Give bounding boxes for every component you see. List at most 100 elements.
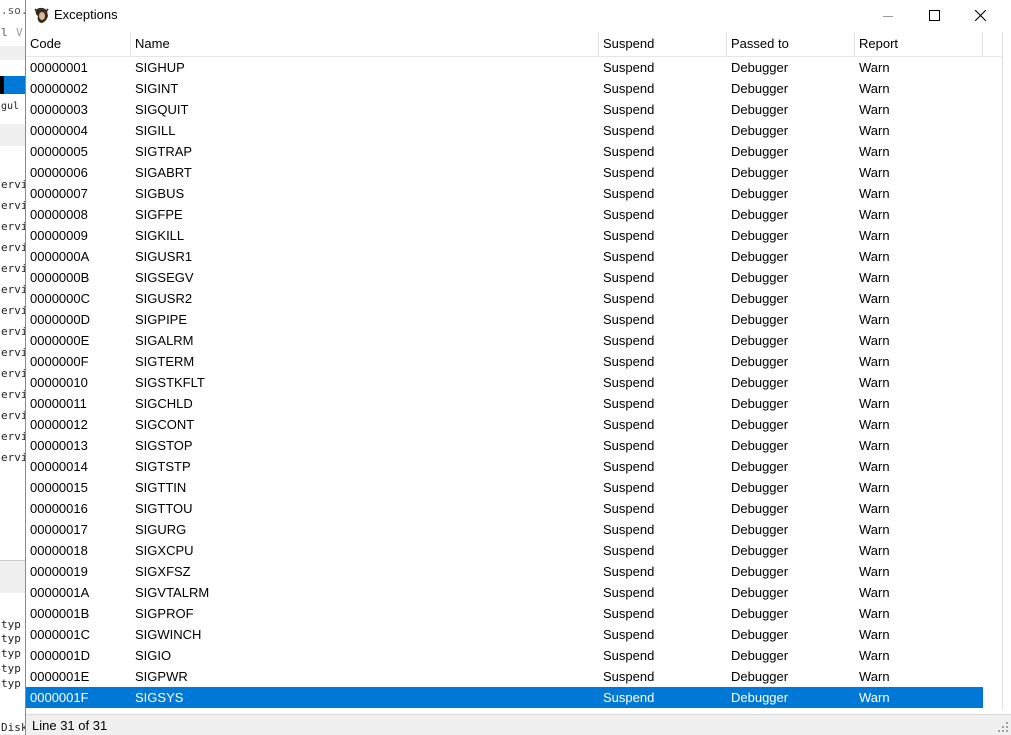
exceptions-window: Exceptions Code Name Suspend Passed to R… bbox=[26, 0, 1011, 735]
table-row[interactable]: 0000001E SIGPWR Suspend Debugger Warn bbox=[26, 666, 1002, 687]
maximize-button[interactable] bbox=[911, 0, 957, 31]
table-row[interactable]: 00000007 SIGBUS Suspend Debugger Warn bbox=[26, 183, 1002, 204]
cell-name: SIGPROF bbox=[135, 606, 194, 621]
cell-name: SIGBUS bbox=[135, 186, 185, 201]
cell-name: SIGTERM bbox=[135, 354, 195, 369]
column-header-report[interactable]: Report bbox=[855, 32, 983, 56]
cell-report: Warn bbox=[859, 207, 890, 222]
cell-passed-to: Debugger bbox=[731, 312, 789, 327]
table-row[interactable]: 00000001 SIGHUP Suspend Debugger Warn bbox=[26, 57, 1002, 78]
table-row[interactable]: 0000000F SIGTERM Suspend Debugger Warn bbox=[26, 351, 1002, 372]
bg-fragment: ervi bbox=[1, 262, 26, 275]
title-bar[interactable]: Exceptions bbox=[26, 0, 1011, 31]
cell-report: Warn bbox=[859, 543, 890, 558]
cell-passed-to: Debugger bbox=[731, 480, 789, 495]
cell-code: 00000007 bbox=[30, 186, 88, 201]
table-row[interactable]: 0000000D SIGPIPE Suspend Debugger Warn bbox=[26, 309, 1002, 330]
table-row[interactable]: 00000014 SIGTSTP Suspend Debugger Warn bbox=[26, 456, 1002, 477]
cell-report: Warn bbox=[859, 417, 890, 432]
cell-code: 0000001B bbox=[30, 606, 90, 621]
cell-name: SIGSTKFLT bbox=[135, 375, 205, 390]
cell-report: Warn bbox=[859, 564, 890, 579]
cell-report: Warn bbox=[859, 81, 890, 96]
bg-fragment: ervi bbox=[1, 388, 26, 401]
table-row[interactable]: 00000017 SIGURG Suspend Debugger Warn bbox=[26, 519, 1002, 540]
table-row[interactable]: 0000000C SIGUSR2 Suspend Debugger Warn bbox=[26, 288, 1002, 309]
cell-suspend: Suspend bbox=[603, 459, 655, 474]
minimize-button[interactable] bbox=[865, 0, 911, 31]
column-header-suspend[interactable]: Suspend bbox=[599, 32, 727, 56]
column-header-name[interactable]: Name bbox=[131, 32, 599, 56]
table-row[interactable]: 00000002 SIGINT Suspend Debugger Warn bbox=[26, 78, 1002, 99]
exceptions-list[interactable]: Code Name Suspend Passed to Report 00000… bbox=[26, 32, 1002, 710]
bg-fragment: typ bbox=[1, 662, 21, 675]
table-row[interactable]: 00000005 SIGTRAP Suspend Debugger Warn bbox=[26, 141, 1002, 162]
cell-passed-to: Debugger bbox=[731, 585, 789, 600]
table-row[interactable]: 0000001F SIGSYS Suspend Debugger Warn bbox=[26, 687, 983, 708]
cell-code: 00000019 bbox=[30, 564, 88, 579]
cell-passed-to: Debugger bbox=[731, 606, 789, 621]
close-button[interactable] bbox=[957, 0, 1003, 31]
column-header-passed-to[interactable]: Passed to bbox=[727, 32, 855, 56]
cell-passed-to: Debugger bbox=[731, 501, 789, 516]
resize-grip-icon[interactable] bbox=[997, 721, 1009, 733]
cell-report: Warn bbox=[859, 354, 890, 369]
table-row[interactable]: 0000000E SIGALRM Suspend Debugger Warn bbox=[26, 330, 1002, 351]
table-row[interactable]: 0000000A SIGUSR1 Suspend Debugger Warn bbox=[26, 246, 1002, 267]
bg-fragment: ervi bbox=[1, 367, 26, 380]
table-row[interactable]: 00000015 SIGTTIN Suspend Debugger Warn bbox=[26, 477, 1002, 498]
cell-name: SIGIO bbox=[135, 648, 172, 663]
cell-report: Warn bbox=[859, 60, 890, 75]
cell-suspend: Suspend bbox=[603, 417, 655, 432]
cell-report: Warn bbox=[859, 102, 890, 117]
cell-name: SIGABRT bbox=[135, 165, 192, 180]
table-row[interactable]: 0000001A SIGVTALRM Suspend Debugger Warn bbox=[26, 582, 1002, 603]
list-header: Code Name Suspend Passed to Report bbox=[26, 32, 1002, 57]
table-row[interactable]: 00000013 SIGSTOP Suspend Debugger Warn bbox=[26, 435, 1002, 456]
table-row[interactable]: 0000000B SIGSEGV Suspend Debugger Warn bbox=[26, 267, 1002, 288]
bg-fragment: ervi bbox=[1, 451, 26, 464]
cell-name: SIGWINCH bbox=[135, 627, 202, 642]
bg-fragment: .so.i bbox=[1, 4, 26, 17]
table-row[interactable]: 00000011 SIGCHLD Suspend Debugger Warn bbox=[26, 393, 1002, 414]
bg-fragment: ervi bbox=[1, 325, 26, 338]
table-row[interactable]: 00000010 SIGSTKFLT Suspend Debugger Warn bbox=[26, 372, 1002, 393]
cell-report: Warn bbox=[859, 459, 890, 474]
cell-passed-to: Debugger bbox=[731, 81, 789, 96]
cell-name: SIGURG bbox=[135, 522, 187, 537]
vertical-scrollbar[interactable] bbox=[1002, 32, 1011, 710]
cell-passed-to: Debugger bbox=[731, 543, 789, 558]
table-row[interactable]: 0000001C SIGWINCH Suspend Debugger Warn bbox=[26, 624, 1002, 645]
cell-code: 0000000D bbox=[30, 312, 90, 327]
cell-suspend: Suspend bbox=[603, 396, 655, 411]
table-row[interactable]: 0000001B SIGPROF Suspend Debugger Warn bbox=[26, 603, 1002, 624]
cell-suspend: Suspend bbox=[603, 144, 655, 159]
cell-report: Warn bbox=[859, 249, 890, 264]
cell-passed-to: Debugger bbox=[731, 270, 789, 285]
table-row[interactable]: 0000001D SIGIO Suspend Debugger Warn bbox=[26, 645, 1002, 666]
cell-code: 00000012 bbox=[30, 417, 88, 432]
cell-name: SIGKILL bbox=[135, 228, 185, 243]
cell-code: 00000017 bbox=[30, 522, 88, 537]
table-row[interactable]: 00000019 SIGXFSZ Suspend Debugger Warn bbox=[26, 561, 1002, 582]
bg-fragment: gul ar bbox=[1, 101, 26, 112]
table-row[interactable]: 00000006 SIGABRT Suspend Debugger Warn bbox=[26, 162, 1002, 183]
cell-name: SIGINT bbox=[135, 81, 179, 96]
cell-report: Warn bbox=[859, 375, 890, 390]
cell-passed-to: Debugger bbox=[731, 564, 789, 579]
status-text: Line 31 of 31 bbox=[32, 718, 108, 733]
column-header-code[interactable]: Code bbox=[26, 32, 131, 56]
table-row[interactable]: 00000018 SIGXCPU Suspend Debugger Warn bbox=[26, 540, 1002, 561]
cell-code: 00000010 bbox=[30, 375, 88, 390]
cell-passed-to: Debugger bbox=[731, 249, 789, 264]
table-row[interactable]: 00000016 SIGTTOU Suspend Debugger Warn bbox=[26, 498, 1002, 519]
table-row[interactable]: 00000008 SIGFPE Suspend Debugger Warn bbox=[26, 204, 1002, 225]
close-icon bbox=[974, 10, 986, 21]
table-row[interactable]: 00000012 SIGCONT Suspend Debugger Warn bbox=[26, 414, 1002, 435]
table-row[interactable]: 00000009 SIGKILL Suspend Debugger Warn bbox=[26, 225, 1002, 246]
cell-report: Warn bbox=[859, 123, 890, 138]
table-row[interactable]: 00000004 SIGILL Suspend Debugger Warn bbox=[26, 120, 1002, 141]
table-row[interactable]: 00000003 SIGQUIT Suspend Debugger Warn bbox=[26, 99, 1002, 120]
cell-suspend: Suspend bbox=[603, 354, 655, 369]
cell-suspend: Suspend bbox=[603, 690, 655, 705]
